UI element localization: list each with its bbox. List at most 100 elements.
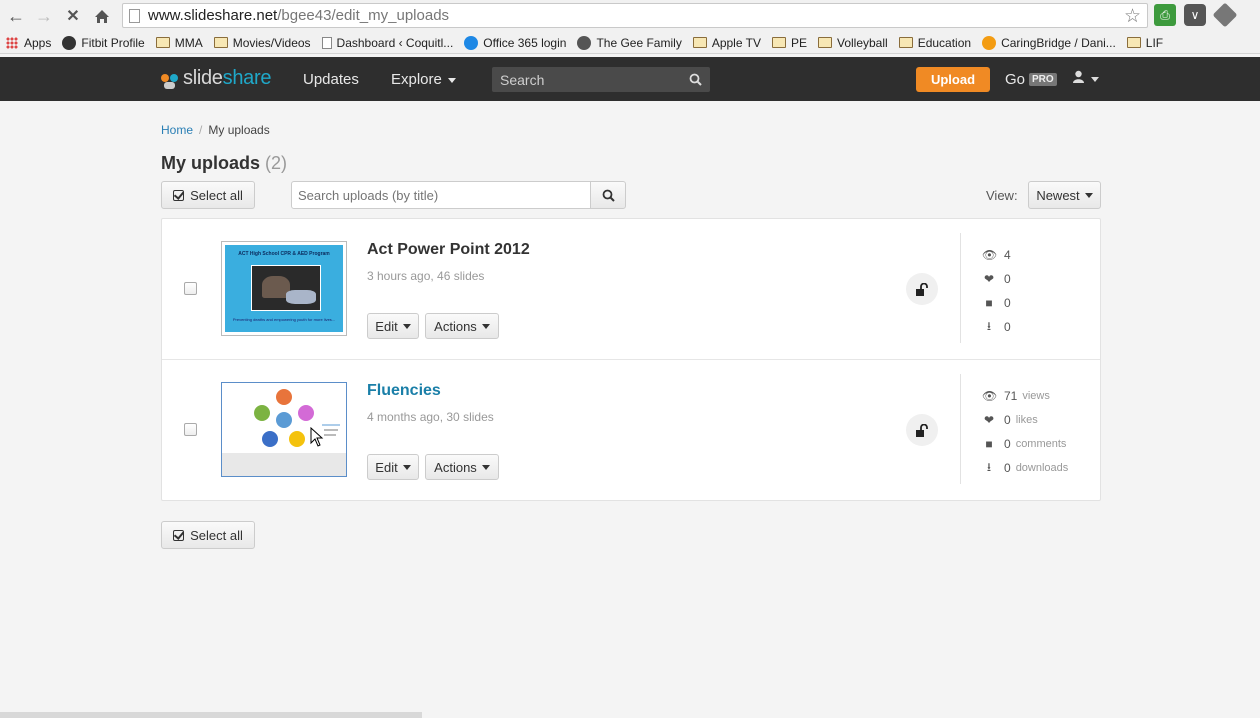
fitbit-icon [62,35,77,50]
home-icon[interactable] [88,2,116,30]
pocket-icon[interactable]: ∨ [1184,4,1206,26]
stop-icon[interactable]: ✕ [59,2,87,30]
bookmark-item[interactable]: Movies/Videos [213,35,311,50]
chevron-down-icon [1084,192,1093,198]
search-uploads-input[interactable] [291,181,591,209]
privacy-toggle[interactable] [906,414,938,446]
download-icon: ⭳ [986,459,992,474]
bookmark-label: Movies/Videos [232,35,311,50]
site-search-placeholder: Search [500,71,545,88]
sort-dropdown[interactable]: Newest [1028,181,1101,209]
breadcrumb-current: My uploads [208,123,270,137]
upload-meta: 3 hours ago, 46 slides [367,269,485,283]
bookmark-item[interactable]: LIF [1126,35,1164,50]
actions-button[interactable]: Actions [425,313,499,339]
bookmark-item[interactable]: PE [771,36,807,50]
go-pro-link[interactable]: Go PRO [1005,71,1057,88]
folder-icon [771,37,786,48]
pro-badge: PRO [1029,73,1057,86]
bookmark-label: Apps [24,35,52,50]
upload-meta: 4 months ago, 30 slides [367,410,494,424]
logo-text-share: share [222,67,272,89]
extension-diamond-icon[interactable] [1212,2,1238,28]
bookmark-item[interactable]: Apple TV [692,35,761,50]
upload-count: (2) [265,153,288,173]
select-all-button[interactable]: Select all [161,181,255,209]
edit-label: Edit [375,459,398,475]
slideshare-logo[interactable]: slideshare [161,67,271,90]
views-label: views [1022,390,1050,402]
bookmark-item[interactable]: Volleyball [817,36,888,50]
thumbnail-footer: Preventing deaths and empowering youth f… [232,317,336,322]
downloads-count: 0 [1004,461,1011,475]
print-extension-icon[interactable]: ⎙ [1154,4,1176,26]
upload-thumbnail[interactable]: ACT High School CPR & AED Program Preven… [221,241,347,336]
likes-count: 0 [1004,413,1011,427]
chevron-down-icon [402,323,411,329]
select-all-label: Select all [190,527,243,543]
row-checkbox[interactable] [184,423,197,436]
user-menu[interactable] [1072,70,1099,86]
upload-title-link[interactable]: Fluencies [367,382,441,400]
divider [960,374,961,484]
breadcrumb-home[interactable]: Home [161,123,193,137]
views-count: 4 [1004,248,1011,262]
bookmark-label: Apple TV [711,35,761,50]
bookmark-item[interactable]: Fitbit Profile [62,35,145,50]
page-icon [129,8,140,23]
heart-icon: ❤ [983,413,995,427]
address-bar[interactable]: www.slideshare.net/bgee43/edit_my_upload… [122,3,1148,28]
divider [960,233,961,343]
heart-icon: ❤ [983,272,995,286]
actions-label: Actions [434,318,477,334]
upload-button[interactable]: Upload [916,67,990,92]
chevron-down-icon [481,323,490,329]
bookmark-item[interactable]: Office 365 login [464,35,566,50]
select-all-label: Select all [190,187,243,203]
search-uploads-button[interactable] [590,181,626,209]
thumbnail-diagram [222,389,346,476]
mouse-cursor-icon [310,427,324,447]
edit-button[interactable]: Edit [367,454,419,480]
edit-button[interactable]: Edit [367,313,419,339]
slideshare-logo-icon [161,68,181,90]
caringbridge-icon [982,35,997,50]
forward-icon[interactable]: → [30,2,58,30]
user-icon [1073,70,1084,83]
horizontal-scrollbar[interactable] [0,712,422,718]
bookmark-label: CaringBridge / Dani... [1001,35,1116,50]
browser-toolbar: ← → ✕ www.slideshare.net/bgee43/edit_my_… [0,0,1260,32]
bookmark-label: MMA [174,35,203,50]
bookmark-item[interactable]: The Gee Family [577,35,682,50]
bookmark-item[interactable]: MMA [155,35,203,50]
back-icon[interactable]: ← [2,2,30,30]
site-search-input[interactable]: Search [492,67,710,92]
view-label: View: [986,188,1018,203]
chevron-down-icon [447,77,456,83]
search-icon[interactable] [689,73,702,86]
bookmark-item[interactable]: CaringBridge / Dani... [982,35,1116,50]
logo-text-slide: slide [183,67,223,89]
bookmark-item[interactable]: Education [898,36,971,50]
nav-updates[interactable]: Updates [303,71,359,88]
select-all-button-bottom[interactable]: Select all [161,521,255,549]
upload-row: Fluencies 4 months ago, 30 slides Edit A… [162,359,1100,499]
download-icon: ⭳ [986,318,992,333]
upload-title[interactable]: Act Power Point 2012 [367,241,530,259]
row-checkbox[interactable] [184,282,197,295]
bookmark-item[interactable]: Dashboard ‹ Coquitl... [321,36,453,50]
folder-icon [692,37,707,48]
checkbox-icon [173,189,185,201]
apps-icon [6,36,18,49]
nav-explore[interactable]: Explore [391,71,456,88]
url-path: /bgee43/edit_my_uploads [277,7,450,24]
bookmark-star-icon[interactable]: ☆ [1124,5,1141,28]
bookmark-item[interactable]: Apps [6,36,51,50]
folder-icon [155,37,170,48]
actions-button[interactable]: Actions [425,454,499,480]
upload-thumbnail[interactable] [221,382,347,477]
bookmark-label: LIF [1145,35,1164,50]
page-title-text: My uploads [161,153,261,173]
bookmark-label: Fitbit Profile [81,35,145,50]
privacy-toggle[interactable] [906,273,938,305]
